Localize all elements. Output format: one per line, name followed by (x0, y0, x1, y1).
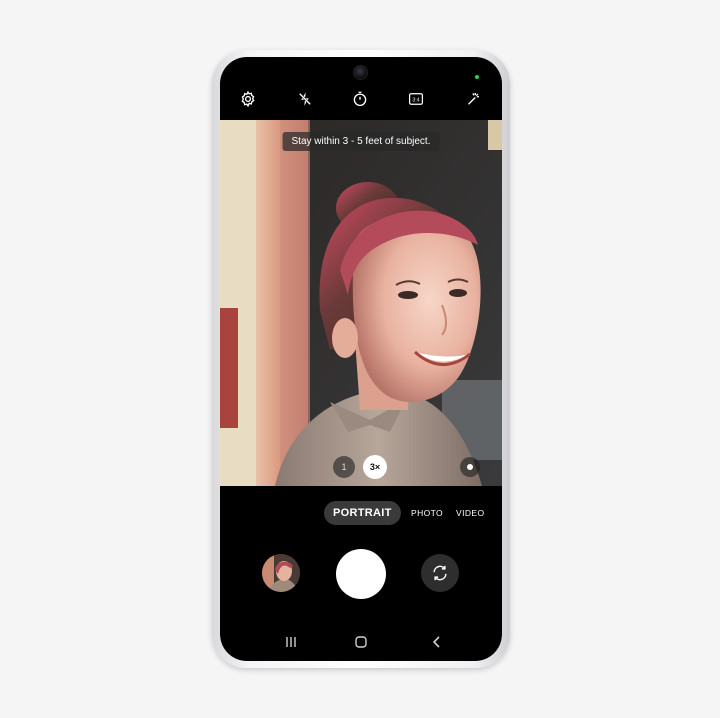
switch-camera-button[interactable] (421, 554, 459, 592)
gallery-thumbnail[interactable] (262, 554, 300, 592)
viewfinder[interactable]: Stay within 3 - 5 feet of subject. 1 3× (220, 120, 502, 486)
settings-icon[interactable] (235, 86, 261, 112)
zoom-1x-button[interactable]: 1 (333, 456, 355, 478)
mode-portrait[interactable]: PORTRAIT (324, 501, 401, 525)
phone-frame: 3:4 Stay within 3 - 5 feet of subject. 1… (212, 50, 510, 668)
recent-apps-icon[interactable] (278, 631, 304, 653)
aspect-ratio-icon[interactable]: 3:4 (403, 86, 429, 112)
timer-icon[interactable] (347, 86, 373, 112)
product-stage: 3:4 Stay within 3 - 5 feet of subject. 1… (0, 0, 720, 718)
viewfinder-scene (220, 120, 502, 486)
switch-camera-icon (433, 565, 447, 581)
front-camera-hole (353, 65, 368, 80)
shutter-button[interactable] (336, 549, 386, 599)
camera-mode-selector: PORTRAIT PHOTO VIDEO (220, 501, 502, 527)
camera-top-toolbar: 3:4 (220, 86, 502, 112)
gallery-preview-image (262, 554, 300, 592)
effect-dot-icon (467, 464, 473, 470)
flash-off-icon[interactable] (292, 86, 318, 112)
portrait-distance-hint: Stay within 3 - 5 feet of subject. (282, 132, 440, 151)
system-navigation-bar (220, 623, 502, 661)
home-icon[interactable] (348, 631, 374, 653)
aspect-ratio-label: 3:4 (412, 97, 419, 103)
camera-screen: 3:4 Stay within 3 - 5 feet of subject. 1… (220, 57, 502, 661)
mode-video[interactable]: VIDEO (456, 501, 484, 525)
capture-controls (220, 541, 502, 621)
background-effect-button[interactable] (460, 457, 480, 477)
zoom-3x-button[interactable]: 3× (363, 455, 387, 479)
camera-in-use-indicator (475, 75, 479, 79)
back-icon[interactable] (424, 631, 450, 653)
filters-icon[interactable] (460, 86, 486, 112)
mode-photo[interactable]: PHOTO (411, 501, 443, 525)
